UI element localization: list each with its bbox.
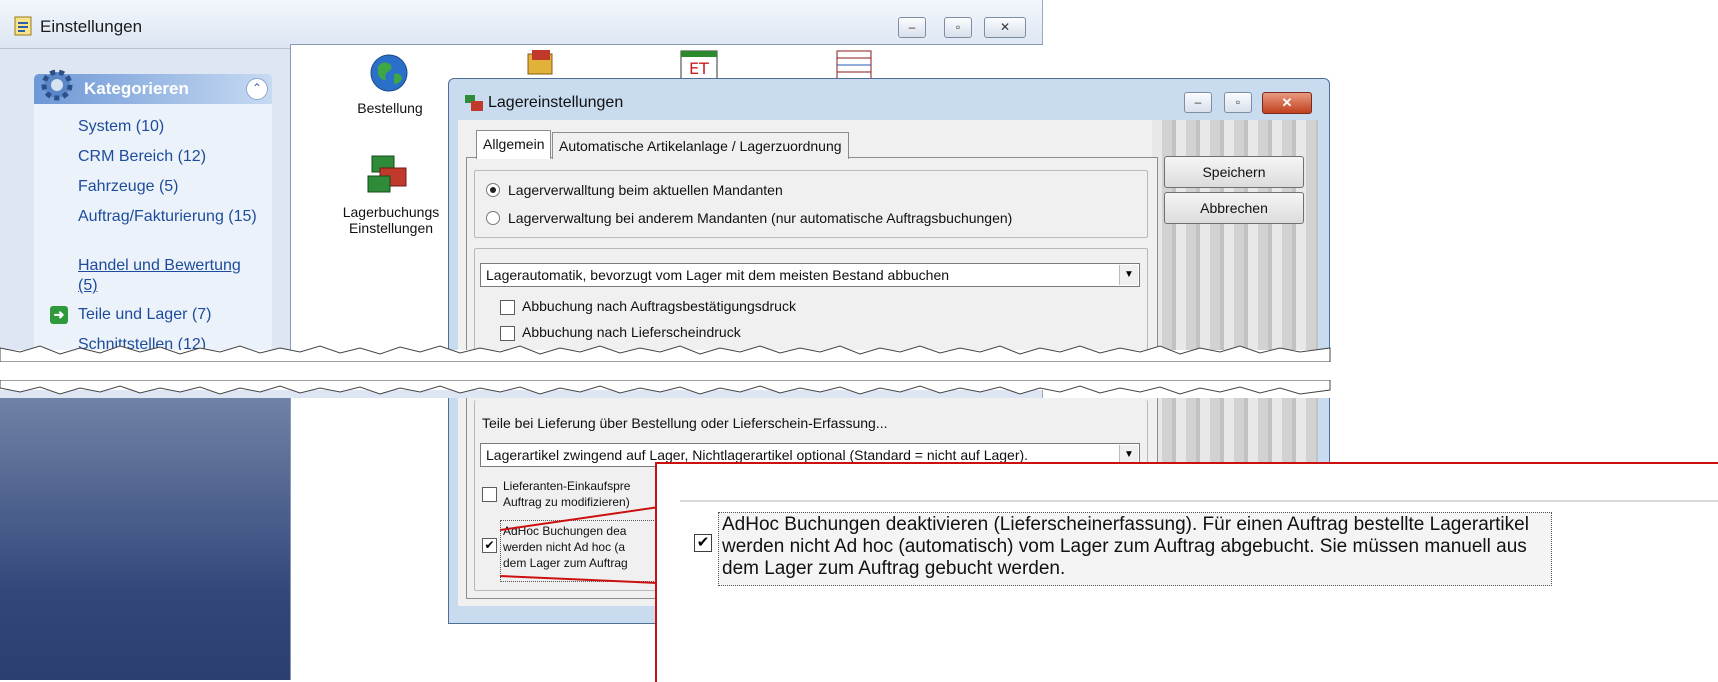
tile-bestellung-label[interactable]: Bestellung bbox=[350, 100, 430, 116]
sidebar-item-auftrag[interactable]: Auftrag/Fakturierung (15) bbox=[78, 207, 258, 227]
sidebar-item-handel[interactable]: Handel und Bewertung (5) bbox=[78, 256, 258, 296]
collapse-chevron-icon[interactable]: ⌃ bbox=[246, 78, 268, 100]
zoom-checkbox-adhoc[interactable]: ✔ bbox=[694, 534, 712, 552]
settings-window-icon bbox=[14, 16, 32, 39]
maximize-button[interactable]: ▫ bbox=[944, 17, 972, 38]
lagerautomatik-select[interactable]: Lagerautomatik, bevorzugt vom Lager mit … bbox=[480, 263, 1140, 287]
cancel-button[interactable]: Abbrechen bbox=[1164, 192, 1304, 224]
checkbox-lieferscheindruck[interactable] bbox=[500, 326, 515, 341]
dialog-app-icon bbox=[464, 94, 484, 112]
settings-window-title: Einstellungen bbox=[40, 17, 143, 36]
tile-lager-label-2[interactable]: Einstellungen bbox=[336, 220, 446, 236]
checkbox-adhoc[interactable]: ✔ bbox=[482, 538, 497, 553]
dialog-title: Lagereinstellungen bbox=[488, 94, 624, 111]
lieferung-section-label: Teile bei Lieferung über Bestellung oder… bbox=[482, 415, 888, 431]
checkbox-lieferscheindruck-label: Abbuchung nach Lieferscheindruck bbox=[522, 324, 741, 340]
checkbox-auftragsbestaetigung[interactable] bbox=[500, 300, 515, 315]
category-list bbox=[34, 104, 272, 364]
dialog-maximize-button[interactable]: ▫ bbox=[1224, 92, 1252, 113]
arrow-right-icon: ➜ bbox=[50, 306, 68, 324]
globe-icon[interactable] bbox=[368, 52, 410, 94]
dropdown-arrow-icon: ▼ bbox=[1119, 265, 1138, 285]
sidebar-item-crm[interactable]: CRM Bereich (12) bbox=[78, 147, 258, 167]
zoom-line-1: AdHoc Buchungen deaktivieren (Liefersche… bbox=[722, 514, 1529, 535]
tab-artikelanlage[interactable]: Automatische Artikelanlage / Lagerzuordn… bbox=[552, 132, 849, 159]
radio-current-mandant-label: Lagerverwalltung beim aktuellen Mandante… bbox=[508, 182, 783, 198]
dialog-close-button[interactable]: ✕ bbox=[1262, 92, 1312, 114]
stock-items-icon[interactable] bbox=[522, 50, 562, 78]
sidebar-item-system[interactable]: System (10) bbox=[78, 117, 258, 137]
zoom-line-2: werden nicht Ad hoc (automatisch) vom La… bbox=[722, 536, 1527, 557]
zoom-line-3: dem Lager zum Auftrag gebucht werden. bbox=[722, 558, 1066, 579]
settings-titlebar bbox=[0, 0, 1042, 49]
mandant-group bbox=[474, 170, 1148, 238]
tab-allgemein[interactable]: Allgemein bbox=[476, 130, 552, 159]
svg-text:ET: ET bbox=[689, 59, 709, 78]
tile-lager-label-1[interactable]: Lagerbuchungs bbox=[336, 204, 446, 220]
lagerautomatik-value: Lagerautomatik, bevorzugt vom Lager mit … bbox=[486, 267, 950, 283]
radio-current-mandant[interactable] bbox=[486, 183, 500, 197]
dialog-minimize-button[interactable]: – bbox=[1184, 92, 1212, 113]
warehouse-booking-icon[interactable] bbox=[366, 150, 412, 196]
radio-other-mandant[interactable] bbox=[486, 211, 500, 225]
category-header-title: Kategorieren bbox=[84, 79, 189, 98]
torn-edge-top bbox=[0, 345, 1331, 362]
sidebar-item-fahrzeuge[interactable]: Fahrzeuge (5) bbox=[78, 177, 258, 197]
sidebar-bottom-panel bbox=[0, 398, 290, 680]
gear-icon bbox=[38, 66, 76, 104]
zoom-adhoc-text: AdHoc Buchungen deaktivieren (Liefersche… bbox=[722, 514, 1550, 580]
sidebar-item-teile-lager[interactable]: Teile und Lager (7) bbox=[78, 305, 258, 325]
checkbox-lieferanten-ek[interactable] bbox=[482, 487, 497, 502]
close-button[interactable]: ✕ bbox=[984, 17, 1026, 38]
minimize-button[interactable]: – bbox=[898, 17, 926, 38]
radio-other-mandant-label: Lagerverwaltung bei anderem Mandanten (n… bbox=[508, 210, 1013, 226]
checkbox-auftragsbestaetigung-label: Abbuchung nach Auftragsbestätigungsdruck bbox=[522, 298, 796, 314]
spreadsheet-icon[interactable]: ET bbox=[680, 50, 718, 80]
save-button[interactable]: Speichern bbox=[1164, 156, 1304, 188]
zoom-callout-strip bbox=[680, 500, 1718, 502]
table-grid-icon[interactable] bbox=[836, 50, 872, 80]
